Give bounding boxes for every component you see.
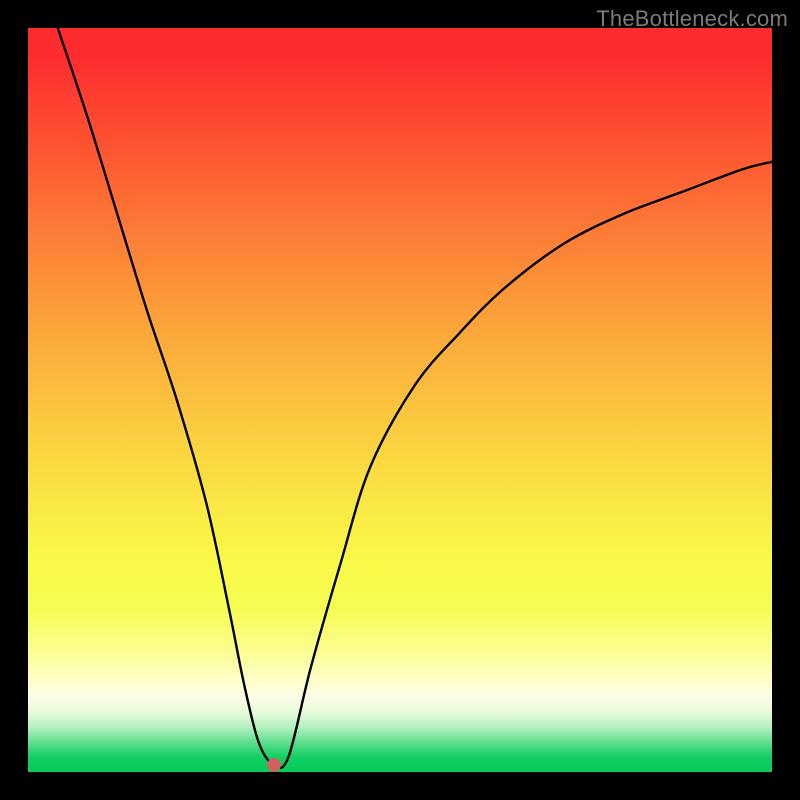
bottleneck-curve — [28, 28, 772, 772]
plot-area — [28, 28, 772, 772]
chart-container: TheBottleneck.com — [0, 0, 800, 800]
optimal-point-marker — [267, 758, 281, 772]
